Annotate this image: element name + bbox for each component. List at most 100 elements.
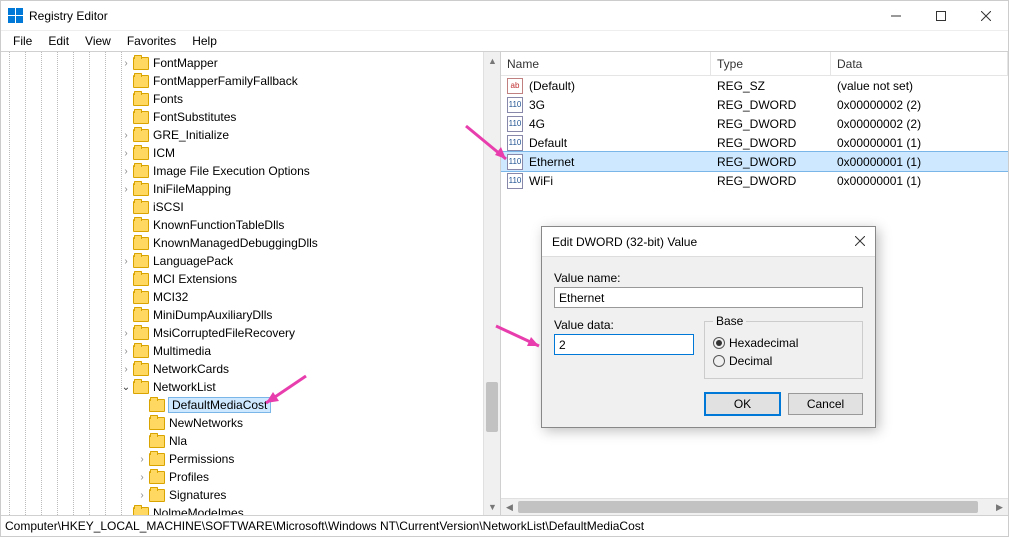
list-row[interactable]: ab(Default)REG_SZ(value not set) xyxy=(501,76,1008,95)
cell-type: REG_DWORD xyxy=(711,174,831,188)
value-data-input[interactable] xyxy=(554,334,694,355)
tree-item-label: MCI32 xyxy=(153,290,188,304)
folder-icon xyxy=(133,219,149,232)
close-button[interactable] xyxy=(963,1,1008,31)
ok-button[interactable]: OK xyxy=(705,393,780,415)
cancel-button[interactable]: Cancel xyxy=(788,393,863,415)
col-type[interactable]: Type xyxy=(711,52,831,75)
tree-item[interactable]: ›IniFileMapping xyxy=(7,180,483,198)
menu-favorites[interactable]: Favorites xyxy=(119,32,184,50)
cell-data: 0x00000002 (2) xyxy=(831,98,1008,112)
list-row[interactable]: 110DefaultREG_DWORD0x00000001 (1) xyxy=(501,133,1008,152)
folder-icon xyxy=(133,183,149,196)
menu-help[interactable]: Help xyxy=(184,32,225,50)
tree-item[interactable]: ›MsiCorruptedFileRecovery xyxy=(7,324,483,342)
chevron-right-icon[interactable]: › xyxy=(135,472,149,483)
tree-item[interactable]: › Profiles xyxy=(7,468,483,486)
menu-file[interactable]: File xyxy=(5,32,40,50)
tree-item-label: FontSubstitutes xyxy=(153,110,236,124)
tree-item[interactable]: KnownManagedDebuggingDlls xyxy=(7,234,483,252)
cell-data: 0x00000001 (1) xyxy=(831,174,1008,188)
folder-icon xyxy=(149,417,165,430)
list-scrollbar-h[interactable]: ◀ ▶ xyxy=(501,498,1008,515)
statusbar: Computer\HKEY_LOCAL_MACHINE\SOFTWARE\Mic… xyxy=(1,516,1008,536)
folder-icon xyxy=(133,345,149,358)
tree-item[interactable]: iSCSI xyxy=(7,198,483,216)
tree-item-label: MiniDumpAuxiliaryDlls xyxy=(153,308,272,322)
tree-item[interactable]: ›Image File Execution Options xyxy=(7,162,483,180)
tree-item[interactable]: FontSubstitutes xyxy=(7,108,483,126)
folder-icon xyxy=(149,453,165,466)
folder-icon xyxy=(133,363,149,376)
titlebar: Registry Editor xyxy=(1,1,1008,31)
menu-edit[interactable]: Edit xyxy=(40,32,77,50)
tree-item[interactable]: ›ICM xyxy=(7,144,483,162)
radio-hexadecimal[interactable]: Hexadecimal xyxy=(713,334,854,352)
folder-icon xyxy=(133,75,149,88)
tree-item[interactable]: ›GRE_Initialize xyxy=(7,126,483,144)
cell-name: 4G xyxy=(527,117,711,131)
folder-icon xyxy=(133,93,149,106)
tree-item-label: Fonts xyxy=(153,92,183,106)
tree-item[interactable]: MCI Extensions xyxy=(7,270,483,288)
value-name-input[interactable] xyxy=(554,287,863,308)
dialog-close-icon[interactable] xyxy=(855,235,865,249)
tree-item-label: Nla xyxy=(169,434,187,448)
tree-item-label: Multimedia xyxy=(153,344,211,358)
tree-item-label: FontMapper xyxy=(153,56,218,70)
cell-type: REG_DWORD xyxy=(711,98,831,112)
tree-item-label: iSCSI xyxy=(153,200,184,214)
tree-item[interactable]: ›Signatures xyxy=(7,486,483,504)
tree-item-label: ICM xyxy=(153,146,175,160)
chevron-right-icon[interactable]: › xyxy=(135,490,149,501)
menu-view[interactable]: View xyxy=(77,32,119,50)
folder-icon xyxy=(133,327,149,340)
tree-item[interactable]: ›LanguagePack xyxy=(7,252,483,270)
cell-type: REG_DWORD xyxy=(711,155,831,169)
tree-item[interactable]: FontMapperFamilyFallback xyxy=(7,72,483,90)
folder-icon xyxy=(133,129,149,142)
tree-item[interactable]: ⌄NetworkList xyxy=(7,378,483,396)
tree-item[interactable]: ›Permissions xyxy=(7,450,483,468)
tree-item[interactable]: ›FontMapper xyxy=(7,54,483,72)
tree-item[interactable]: Fonts xyxy=(7,90,483,108)
tree-item[interactable]: KnownFunctionTableDlls xyxy=(7,216,483,234)
tree-scrollbar-v[interactable]: ▲ ▼ xyxy=(483,52,500,515)
list-row[interactable]: 110WiFiREG_DWORD0x00000001 (1) xyxy=(501,171,1008,190)
tree-item[interactable]: MCI32 xyxy=(7,288,483,306)
minimize-button[interactable] xyxy=(873,1,918,31)
folder-icon xyxy=(133,309,149,322)
folder-icon xyxy=(133,147,149,160)
tree-item[interactable]: NolmeModeImes xyxy=(7,504,483,515)
folder-icon xyxy=(133,381,149,394)
chevron-right-icon[interactable]: › xyxy=(135,454,149,465)
menubar: File Edit View Favorites Help xyxy=(1,31,1008,51)
tree-item[interactable]: Nla xyxy=(7,432,483,450)
folder-icon xyxy=(133,237,149,250)
col-name[interactable]: Name xyxy=(501,52,711,75)
tree-item-label: FontMapperFamilyFallback xyxy=(153,74,298,88)
reg-sz-icon: ab xyxy=(507,78,523,94)
tree-item[interactable]: NewNetworks xyxy=(7,414,483,432)
tree-item[interactable]: MiniDumpAuxiliaryDlls xyxy=(7,306,483,324)
edit-dword-dialog: Edit DWORD (32-bit) Value Value name: Va… xyxy=(541,226,876,428)
tree-item-label: Profiles xyxy=(169,470,209,484)
tree-item[interactable]: ›NetworkCards xyxy=(7,360,483,378)
maximize-button[interactable] xyxy=(918,1,963,31)
tree-item-label: IniFileMapping xyxy=(153,182,231,196)
list-row[interactable]: 110EthernetREG_DWORD0x00000001 (1) xyxy=(501,152,1008,171)
folder-icon xyxy=(133,507,149,516)
cell-type: REG_DWORD xyxy=(711,117,831,131)
tree-item-label: MsiCorruptedFileRecovery xyxy=(153,326,295,340)
radio-decimal[interactable]: Decimal xyxy=(713,352,854,370)
list-row[interactable]: 1103GREG_DWORD0x00000002 (2) xyxy=(501,95,1008,114)
window-title: Registry Editor xyxy=(29,9,873,23)
base-group-label: Base xyxy=(713,314,746,328)
reg-dword-icon: 110 xyxy=(507,97,523,113)
list-row[interactable]: 1104GREG_DWORD0x00000002 (2) xyxy=(501,114,1008,133)
col-data[interactable]: Data xyxy=(831,52,1008,75)
cell-name: Ethernet xyxy=(527,155,711,169)
folder-icon xyxy=(133,57,149,70)
tree-item[interactable]: DefaultMediaCost xyxy=(7,396,483,414)
tree-item[interactable]: ›Multimedia xyxy=(7,342,483,360)
